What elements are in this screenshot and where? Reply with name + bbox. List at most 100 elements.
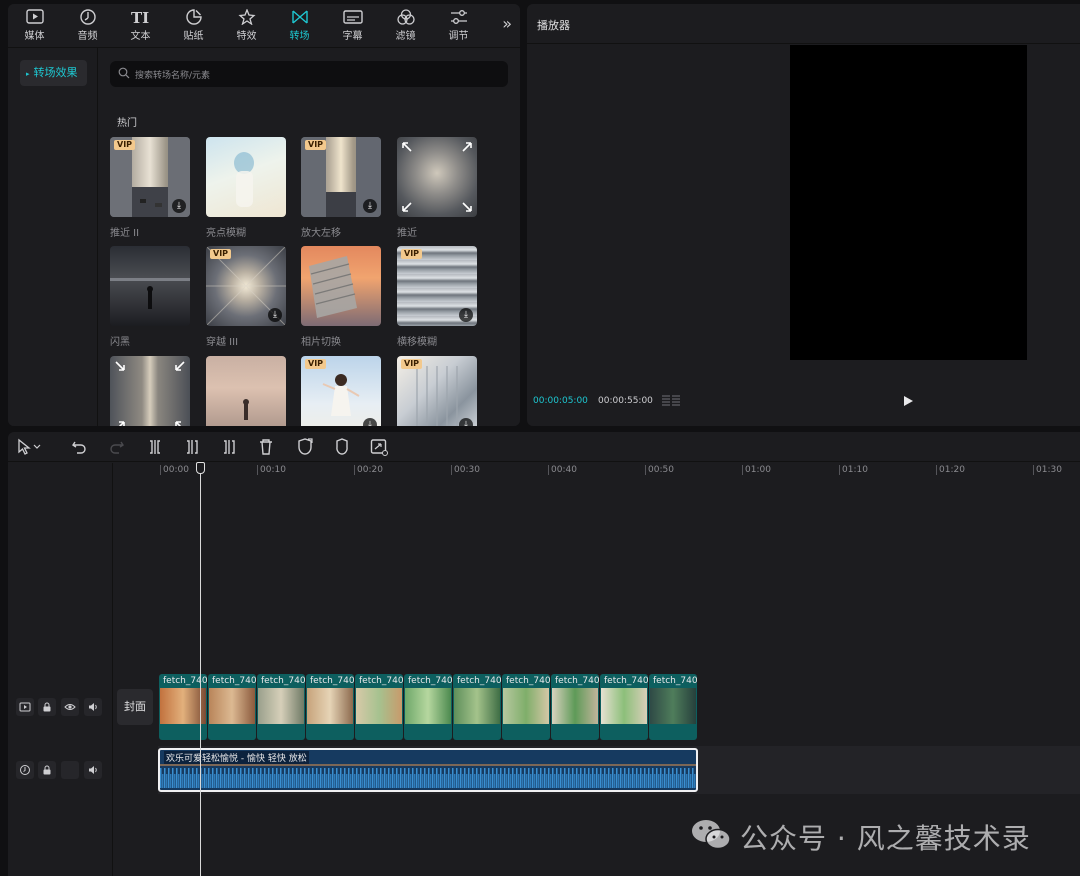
lock-icon[interactable] — [38, 698, 56, 716]
toolbar-effects[interactable]: 特效 — [220, 4, 273, 48]
frame-grid-icon[interactable] — [661, 394, 681, 409]
video-clip[interactable]: fetch_740 — [208, 674, 256, 740]
video-clip[interactable]: fetch_740 — [404, 674, 452, 740]
video-clip[interactable]: fetch_740 — [306, 674, 354, 740]
transition-thumbnail — [206, 137, 286, 217]
select-cursor-icon[interactable] — [17, 438, 43, 456]
more-tools-icon[interactable]: » — [502, 14, 512, 33]
video-clip[interactable]: fetch_740 — [257, 674, 305, 740]
audio-clip[interactable]: 欢乐可爱轻松愉悦 - 愉快 轻快 放松 — [158, 748, 698, 792]
search-input[interactable]: 搜索转场名称/元素 — [110, 61, 508, 87]
asset-toolbar: 媒体 音频 TI 文本 贴纸 特效 转场 字幕 滤镜 调节 » — [8, 4, 520, 48]
watermark: 公众号 · 风之馨技术录 — [690, 815, 1060, 855]
transition-thumbnail: VIP ⤓ — [301, 137, 381, 217]
photo-flip-image — [309, 256, 357, 318]
playhead-handle[interactable] — [196, 462, 205, 474]
transition-card[interactable]: VIP ⤓ 放大左移 — [301, 137, 381, 239]
crop-icon[interactable] — [370, 438, 388, 456]
download-icon[interactable]: ⤓ — [459, 308, 473, 322]
toolbar-transition[interactable]: 转场 — [273, 4, 326, 48]
transition-card[interactable]: VIP ⤓ — [301, 356, 381, 426]
video-clip[interactable]: fetch_740 — [649, 674, 697, 740]
download-icon[interactable]: ⤓ — [459, 418, 473, 426]
video-clip[interactable]: fetch_740 — [355, 674, 403, 740]
playhead[interactable] — [200, 462, 201, 876]
clip-thumbnail — [209, 688, 255, 724]
filter-icon — [396, 9, 415, 25]
vip-badge: VIP — [114, 140, 136, 150]
lock-icon[interactable] — [38, 761, 56, 779]
transition-thumbnail: VIP ⤓ — [397, 356, 477, 426]
delete-icon[interactable] — [258, 438, 274, 456]
transition-thumbnail — [397, 137, 477, 217]
clip-thumbnail — [405, 688, 451, 724]
transition-card[interactable]: 相片切换 — [301, 246, 381, 348]
search-icon — [118, 67, 130, 79]
download-icon[interactable]: ⤓ — [363, 199, 377, 213]
download-icon[interactable]: ⤓ — [172, 199, 186, 213]
toolbar-audio[interactable]: 音频 — [61, 4, 114, 48]
freeze-frame-icon[interactable] — [296, 438, 314, 456]
effects-icon — [237, 9, 256, 25]
undo-icon[interactable] — [71, 438, 87, 456]
play-icon[interactable] — [901, 394, 915, 408]
transition-card[interactable]: VIP ⤓ 穿越 III — [206, 246, 286, 348]
toolbar-subtitle[interactable]: 字幕 — [326, 4, 379, 48]
zoom-arrows-image — [115, 361, 185, 426]
toolbar-media[interactable]: 媒体 — [8, 4, 61, 48]
toolbar-filter[interactable]: 滤镜 — [379, 4, 432, 48]
redo-icon[interactable] — [109, 438, 125, 456]
clip-thumbnail — [503, 688, 549, 724]
clip-thumbnail — [258, 688, 304, 724]
preview-screen[interactable] — [790, 45, 1027, 360]
transition-thumbnail: VIP ⤓ — [110, 137, 190, 217]
trim-left-icon[interactable] — [184, 438, 200, 456]
transition-icon — [291, 10, 308, 24]
transition-card[interactable]: 亮点模糊 — [206, 137, 286, 239]
cover-button[interactable]: 封面 — [117, 689, 153, 725]
blurred-person-image — [234, 152, 254, 207]
toolbar-sticker[interactable]: 贴纸 — [167, 4, 220, 48]
transition-card[interactable]: VIP ⤓ 横移模糊 — [397, 246, 477, 348]
download-icon[interactable]: ⤓ — [268, 308, 282, 322]
transition-thumbnail — [301, 246, 381, 326]
clip-thumbnail — [454, 688, 500, 724]
transition-card[interactable]: VIP ⤓ — [397, 356, 477, 426]
caret-icon: ▸ — [26, 70, 30, 78]
vip-badge: VIP — [401, 249, 423, 259]
toolbar-text[interactable]: TI 文本 — [114, 4, 167, 48]
video-clip[interactable]: fetch_740 — [551, 674, 599, 740]
transition-card[interactable] — [206, 356, 286, 426]
svg-text:TI: TI — [131, 9, 149, 25]
wechat-icon — [692, 820, 731, 850]
eye-icon[interactable] — [61, 698, 79, 716]
timeline-panel: 00:00 00:10 00:20 00:30 00:40 00:50 01:0… — [8, 432, 1080, 876]
blank-slot — [61, 761, 79, 779]
watermark-text: 公众号 · 风之馨技术录 — [740, 822, 1031, 855]
trim-right-icon[interactable] — [221, 438, 237, 456]
transition-card[interactable]: 推近 — [397, 137, 477, 239]
timeline-toolbar — [8, 432, 1080, 462]
vip-badge: VIP — [305, 359, 327, 369]
transition-card[interactable] — [110, 356, 190, 426]
speaker-icon[interactable] — [84, 761, 102, 779]
download-icon[interactable]: ⤓ — [363, 418, 377, 426]
video-clip[interactable]: fetch_740 — [502, 674, 550, 740]
transition-card[interactable]: VIP ⤓ 推近 II — [110, 137, 190, 239]
player-header: 播放器 — [527, 4, 1080, 44]
clip-thumbnail — [650, 688, 696, 724]
clip-thumbnail — [356, 688, 402, 724]
transition-thumbnail: VIP ⤓ — [397, 246, 477, 326]
toolbar-adjust[interactable]: 调节 — [432, 4, 485, 48]
mark-icon[interactable] — [334, 438, 350, 456]
sticker-icon — [185, 9, 202, 25]
timeline-ruler[interactable]: 00:00 00:10 00:20 00:30 00:40 00:50 01:0… — [158, 463, 1080, 479]
split-icon[interactable] — [147, 438, 163, 456]
transition-card[interactable]: 闪黑 — [110, 246, 190, 348]
speaker-icon[interactable] — [84, 698, 102, 716]
audio-track-icon — [16, 761, 34, 779]
category-transition-effects[interactable]: ▸ 转场效果 — [20, 60, 87, 86]
total-timecode: 00:00:55:00 — [598, 396, 653, 406]
video-clip[interactable]: fetch_740 — [600, 674, 648, 740]
video-clip[interactable]: fetch_740 — [453, 674, 501, 740]
